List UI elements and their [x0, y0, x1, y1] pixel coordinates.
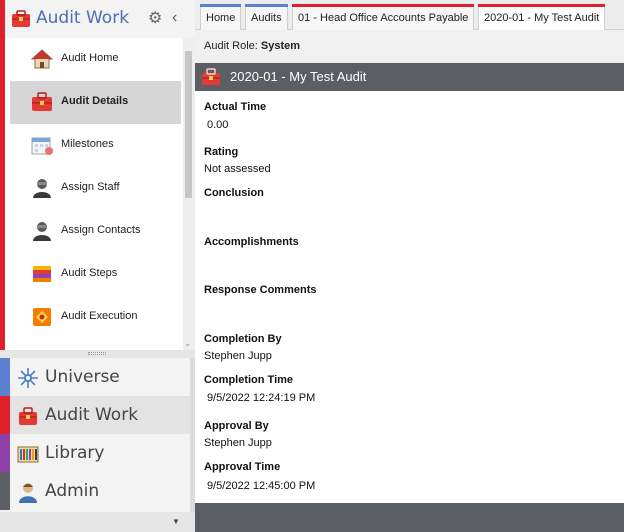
module-label: Audit Work — [45, 405, 139, 425]
rating-value: Not assessed — [204, 163, 271, 175]
completion-time-value: 9/5/2022 12:24:19 PM — [207, 392, 316, 404]
completion-by-value: Stephen Jupp — [204, 350, 272, 362]
audit-role-row: Audit Role: System — [195, 30, 624, 63]
person-icon — [33, 222, 51, 241]
chevron-down-icon[interactable]: ▼ — [172, 517, 180, 526]
approval-time-value: 9/5/2022 12:45:00 PM — [207, 480, 316, 492]
sidebar-header: Audit Work ⚙ ‹ — [0, 0, 195, 38]
audit-role-label: Audit Role: — [204, 40, 258, 52]
module-admin[interactable]: Admin — [0, 472, 190, 510]
sidebar-item-label: Audit Execution — [61, 310, 138, 322]
book-icon — [33, 266, 51, 282]
briefcase-icon — [202, 68, 220, 85]
briefcase-icon — [12, 10, 30, 27]
tab-accent — [478, 4, 606, 7]
tab-my-test-audit[interactable]: 2020-01 - My Test Audit — [478, 4, 606, 31]
sidebar-title: Audit Work — [36, 8, 130, 28]
module-audit-work[interactable]: Audit Work — [0, 396, 190, 434]
module-accent-bar — [0, 472, 10, 510]
sidebar-item-label: Milestones — [61, 138, 114, 150]
tab-accent — [245, 4, 288, 7]
sidebar-item-label: Assign Contacts — [61, 224, 141, 236]
actual-time-label: Actual Time — [204, 101, 267, 113]
response-comments-label: Response Comments — [204, 284, 317, 296]
tab-home[interactable]: Home — [200, 4, 242, 30]
sidebar-footer: ▼ — [0, 512, 195, 532]
approval-by-label: Approval By — [204, 420, 269, 432]
sidebar-item-audit-home[interactable]: Audit Home — [10, 38, 181, 81]
home-icon — [30, 49, 54, 69]
tab-head-office-accounts-payable[interactable]: 01 - Head Office Accounts Payable — [292, 4, 475, 30]
module-label: Library — [45, 443, 105, 463]
module-accent-bar — [0, 358, 10, 396]
tab-label: 01 - Head Office Accounts Payable — [298, 12, 469, 24]
admin-icon — [19, 483, 37, 503]
sidebar-item-assign-contacts[interactable]: Assign Contacts — [10, 210, 181, 253]
module-label: Admin — [45, 481, 100, 501]
tab-label: Home — [206, 12, 236, 24]
rating-label: Rating — [204, 146, 239, 158]
approval-by-value: Stephen Jupp — [204, 437, 272, 449]
module-label: Universe — [45, 367, 120, 387]
tab-bar: Home Audits 01 - Head Office Accounts Pa… — [195, 0, 624, 31]
module-library[interactable]: Library — [0, 434, 190, 472]
tab-label: Audits — [251, 12, 282, 24]
universe-icon — [18, 368, 38, 388]
module-accent-bar — [0, 396, 10, 434]
page-title-bar: 2020-01 - My Test Audit — [195, 63, 624, 91]
gear-icon[interactable]: ⚙ — [148, 10, 162, 28]
actual-time-value: 0.00 — [207, 119, 229, 131]
main-content: Home Audits 01 - Head Office Accounts Pa… — [195, 0, 624, 532]
person-icon — [33, 179, 51, 198]
footer-bar — [195, 503, 624, 532]
sidebar-item-partial — [10, 339, 181, 350]
execution-icon — [33, 308, 51, 326]
grip-dots-icon — [88, 352, 106, 355]
conclusion-label: Conclusion — [204, 187, 264, 199]
scrollbar-thumb[interactable] — [185, 51, 192, 198]
sidebar-item-audit-execution[interactable]: Audit Execution — [10, 296, 181, 339]
sidebar-menu: Audit Home Audit Details Milestones Assi… — [0, 38, 195, 350]
page-title: 2020-01 - My Test Audit — [230, 69, 367, 84]
sidebar-item-assign-staff[interactable]: Assign Staff — [10, 167, 181, 210]
sidebar-item-milestones[interactable]: Milestones — [10, 124, 181, 167]
tab-label: 2020-01 - My Test Audit — [484, 12, 600, 24]
chevron-left-icon[interactable]: ‹ — [172, 9, 177, 27]
sidebar-item-label: Audit Home — [61, 52, 119, 64]
tab-audits[interactable]: Audits — [245, 4, 288, 30]
sidebar-item-label: Assign Staff — [61, 181, 120, 193]
audit-role-text: Audit Role: System — [204, 40, 300, 52]
briefcase-icon — [32, 92, 52, 111]
sidebar-item-audit-steps[interactable]: Audit Steps — [10, 253, 181, 296]
sidebar-item-label: Audit Details — [61, 95, 129, 107]
accomplishments-label: Accomplishments — [204, 236, 299, 248]
sidebar-item-audit-details[interactable]: Audit Details — [10, 81, 181, 124]
tab-accent — [200, 4, 242, 7]
tab-accent — [292, 4, 475, 7]
sidebar: Audit Work ⚙ ‹ Audit Home Audit Details — [0, 0, 195, 532]
library-icon — [17, 446, 39, 463]
briefcase-icon — [19, 407, 37, 425]
calendar-icon — [31, 137, 53, 155]
sidebar-item-label: Audit Steps — [61, 267, 118, 279]
completion-by-label: Completion By — [204, 333, 282, 345]
module-universe[interactable]: Universe — [0, 358, 190, 396]
approval-time-label: Approval Time — [204, 461, 281, 473]
scroll-down-icon[interactable]: ⌄ — [184, 338, 192, 349]
splitter-grip[interactable] — [0, 350, 195, 358]
audit-role-value: System — [260, 40, 301, 52]
completion-time-label: Completion Time — [204, 374, 294, 386]
module-accent-bar — [0, 434, 10, 472]
